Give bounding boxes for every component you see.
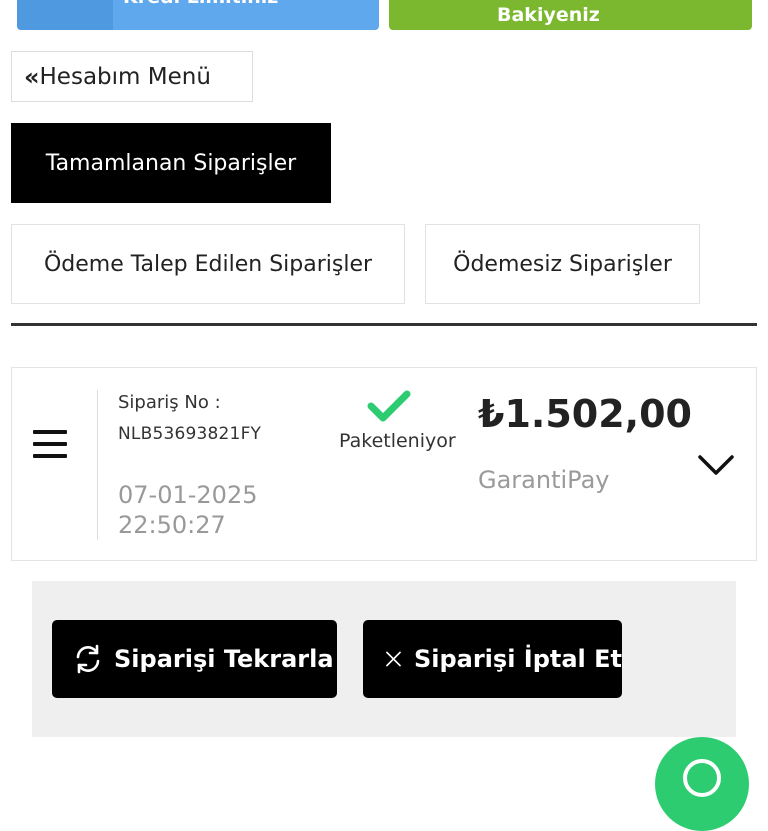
chevron-down-icon[interactable] <box>696 452 736 478</box>
double-chevron-left-icon: « <box>24 62 39 91</box>
cancel-order-button[interactable]: Siparişi İptal Et <box>363 620 622 698</box>
column-divider <box>97 390 98 540</box>
tab-unpaid-orders[interactable]: Ödemesiz Siparişler <box>425 224 700 304</box>
whatsapp-chat-button[interactable] <box>655 737 749 831</box>
order-total: ₺1.502,00 <box>478 392 692 436</box>
credit-card-icon <box>17 0 113 30</box>
order-time: 22:50:27 <box>118 511 226 539</box>
account-menu-label: Hesabım Menü <box>39 63 211 90</box>
order-number-label: Sipariş No : <box>118 392 221 413</box>
order-number: NLB53693821FY <box>118 424 262 444</box>
credit-limit-label: Kredi Limitiniz <box>123 0 278 8</box>
refresh-icon <box>76 644 100 674</box>
order-datetime: 07-01-2025 22:50:27 <box>118 480 257 540</box>
payment-method: GarantiPay <box>478 466 610 494</box>
available-balance-card[interactable]: Kullanılabilir Kredi Bakiyeniz <box>389 0 752 30</box>
credit-limit-card[interactable]: Kredi Limitiniz <box>17 0 379 30</box>
section-divider <box>11 323 757 326</box>
close-icon <box>386 651 401 667</box>
whatsapp-icon <box>683 759 721 797</box>
order-card: Sipariş No : NLB53693821FY 07-01-2025 22… <box>11 367 757 561</box>
order-date: 07-01-2025 <box>118 481 258 509</box>
tab-payment-requested-orders[interactable]: Ödeme Talep Edilen Siparişler <box>11 224 405 304</box>
check-icon <box>367 390 411 422</box>
tab-label: Ödeme Talep Edilen Siparişler <box>43 251 373 277</box>
cancel-order-label: Siparişi İptal Et <box>413 645 622 673</box>
tab-completed-orders[interactable]: Tamamlanan Siparişler <box>11 123 331 203</box>
tab-label: Tamamlanan Siparişler <box>45 150 297 176</box>
repeat-order-button[interactable]: Siparişi Tekrarla <box>52 620 337 698</box>
menu-icon[interactable] <box>33 430 67 460</box>
available-balance-label: Kullanılabilir Kredi Bakiyeniz <box>497 0 696 26</box>
tab-label: Ödemesiz Siparişler <box>453 251 672 277</box>
order-status: Paketleniyor <box>339 430 456 452</box>
repeat-order-label: Siparişi Tekrarla <box>114 645 334 673</box>
account-menu-button[interactable]: « Hesabım Menü <box>11 51 253 102</box>
order-actions-panel: Siparişi Tekrarla Siparişi İptal Et <box>32 581 736 737</box>
